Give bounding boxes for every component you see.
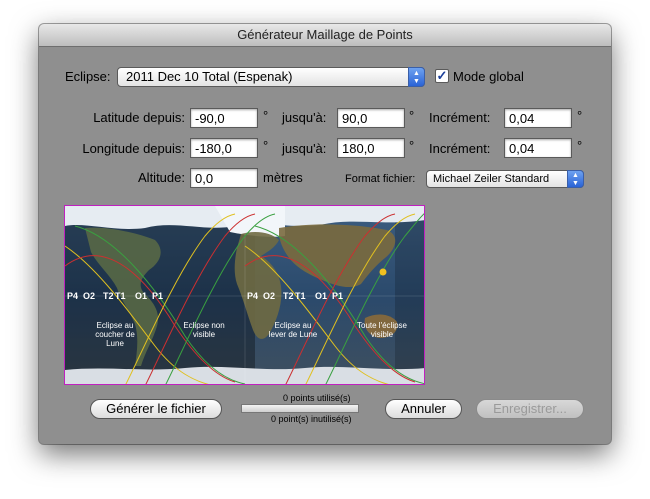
- contact-label: P4: [247, 291, 259, 301]
- contact-label: P4: [67, 291, 79, 301]
- zone-label: Eclipse au lever de Lune: [268, 321, 318, 339]
- format-label: Format fichier:: [345, 173, 416, 185]
- contact-label: P1: [152, 291, 164, 301]
- longitude-to-field[interactable]: 180,0: [337, 138, 405, 158]
- latitude-to-label: jusqu'à:: [282, 110, 327, 125]
- contact-label: T1: [295, 291, 306, 301]
- degree-symbol: °: [263, 108, 269, 123]
- longitude-from-field[interactable]: -180,0: [190, 138, 258, 158]
- degree-symbol: °: [577, 138, 583, 153]
- dialog-window: Générateur Maillage de Points Eclipse: 2…: [39, 24, 611, 444]
- window-title: Générateur Maillage de Points: [39, 24, 611, 47]
- eclipse-select-value: 2011 Dec 10 Total (Espenak): [126, 69, 293, 84]
- latitude-increment-label: Incrément:: [429, 110, 491, 125]
- contact-label: T1: [115, 291, 126, 301]
- latitude-to-field[interactable]: 90,0: [337, 108, 405, 128]
- updown-arrows-icon: ▲ ▼: [408, 67, 425, 87]
- zone-label: Eclipse non visible: [183, 321, 225, 339]
- altitude-field[interactable]: 0,0: [190, 168, 258, 188]
- degree-symbol: °: [263, 138, 269, 153]
- contact-label: O1: [315, 291, 328, 301]
- contact-label: P1: [332, 291, 344, 301]
- format-select-value: Michael Zeiler Standard: [433, 173, 550, 185]
- degree-symbol: °: [577, 108, 583, 123]
- eclipse-select[interactable]: 2011 Dec 10 Total (Espenak) ▲ ▼: [117, 67, 425, 87]
- mode-global-checkbox[interactable]: ✓: [435, 69, 449, 83]
- longitude-increment-field[interactable]: 0,04: [504, 138, 572, 158]
- mode-global-label: Mode global: [453, 69, 524, 84]
- zone-label: Eclipse au coucher de Lune: [95, 321, 135, 348]
- checkmark-icon: ✓: [436, 68, 448, 83]
- contact-label: T2: [283, 291, 294, 301]
- degree-symbol: °: [409, 138, 415, 153]
- contact-label: O1: [135, 291, 148, 301]
- contact-label: O2: [83, 291, 96, 301]
- contact-label: T2: [103, 291, 114, 301]
- save-button[interactable]: Enregistrer...: [476, 399, 584, 419]
- cancel-button[interactable]: Annuler: [385, 399, 462, 419]
- altitude-label: Altitude:: [138, 170, 185, 185]
- points-used-text: 0 points utilisé(s): [283, 393, 351, 403]
- degree-symbol: °: [409, 108, 415, 123]
- latitude-increment-field[interactable]: 0,04: [504, 108, 572, 128]
- latitude-from-label: Latitude depuis:: [93, 110, 185, 125]
- latitude-from-field[interactable]: -90,0: [190, 108, 258, 128]
- altitude-unit: mètres: [263, 170, 303, 185]
- longitude-from-label: Longitude depuis:: [82, 141, 185, 156]
- format-select[interactable]: Michael Zeiler Standard ▲ ▼: [426, 170, 584, 188]
- longitude-to-label: jusqu'à:: [282, 141, 327, 156]
- contact-label: O2: [263, 291, 276, 301]
- eclipse-label: Eclipse:: [65, 69, 111, 84]
- updown-arrows-icon: ▲ ▼: [567, 170, 584, 188]
- longitude-increment-label: Incrément:: [429, 141, 491, 156]
- progress-bar: [241, 404, 359, 413]
- points-unused-text: 0 point(s) inutilisé(s): [271, 414, 352, 424]
- zone-label: Toute l'éclipse visible: [357, 321, 407, 339]
- world-map: P4 O2 T2 T1 O1 P1 P4 O2 T2 T1 O1 P1 Ecli…: [64, 205, 425, 385]
- generate-file-button[interactable]: Générer le fichier: [90, 399, 222, 419]
